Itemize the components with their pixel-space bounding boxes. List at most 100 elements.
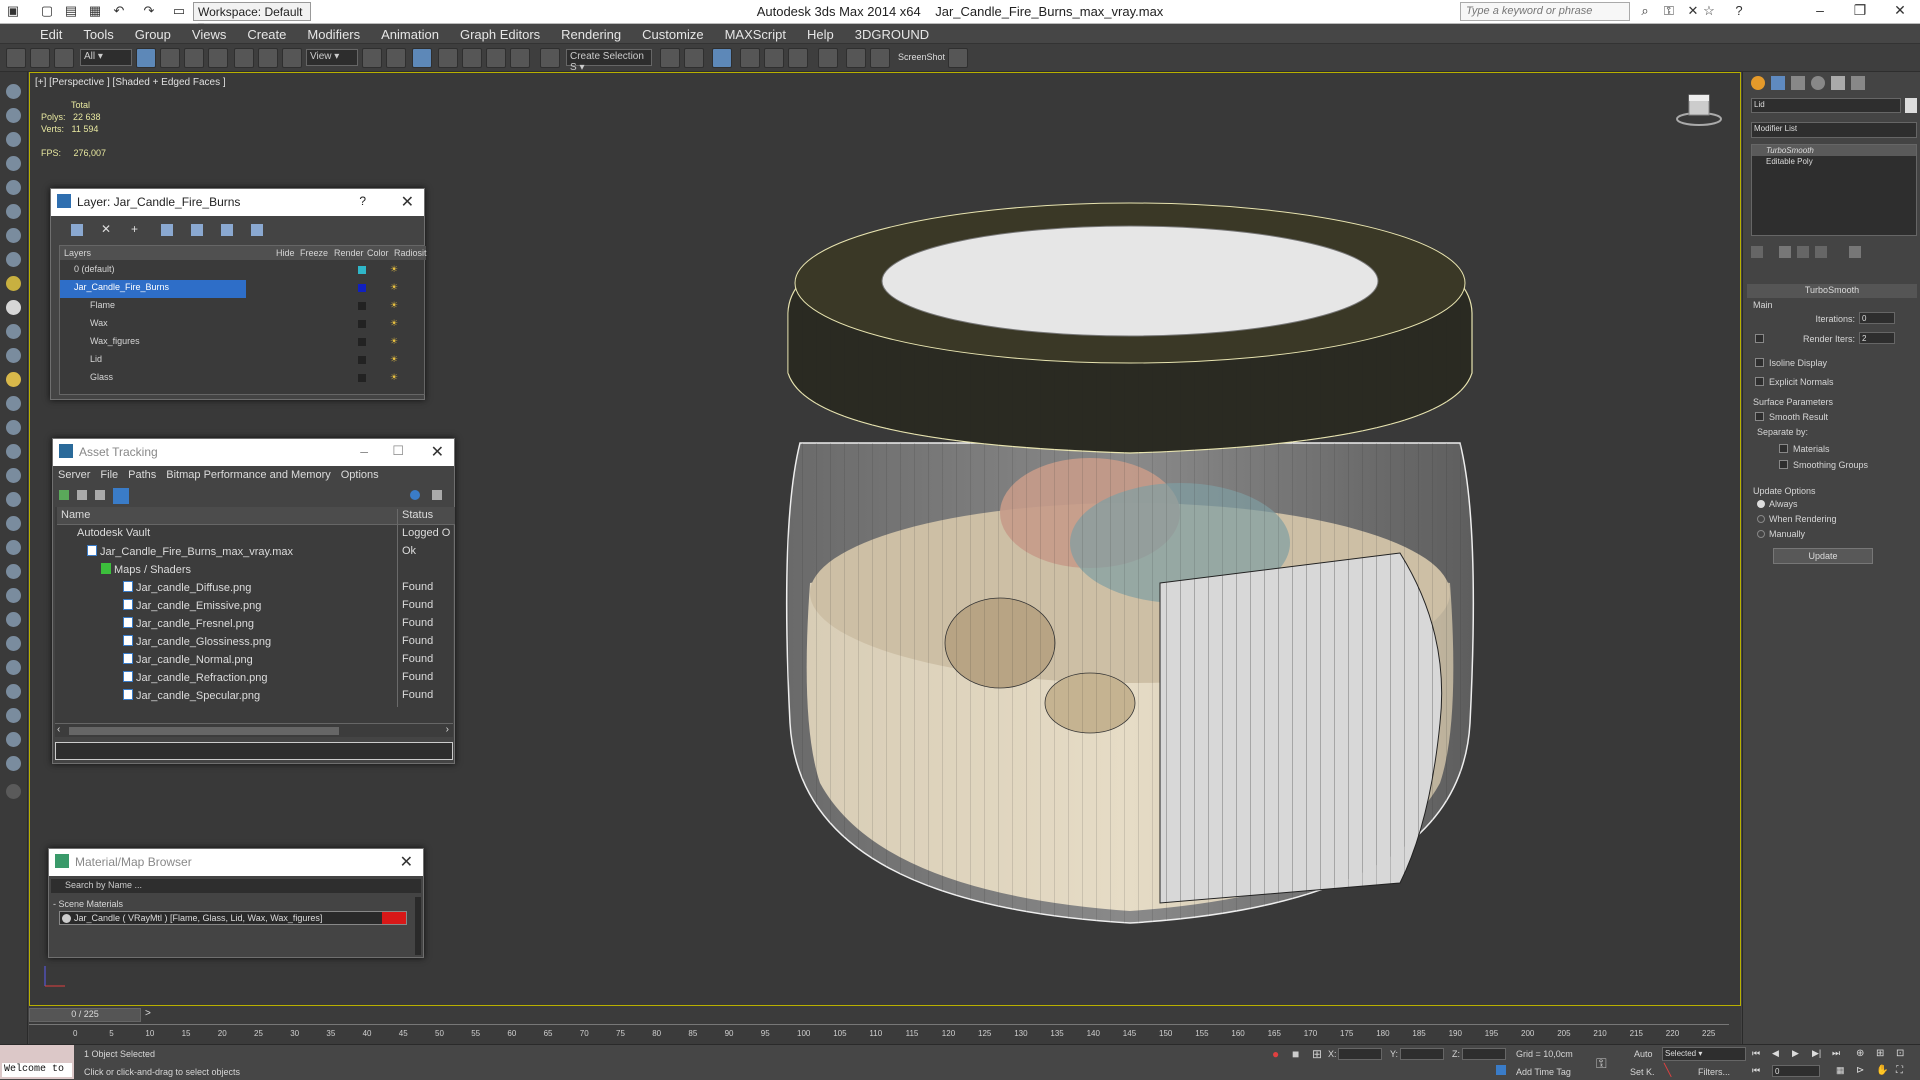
spinner-snap-icon[interactable] [510, 48, 530, 68]
material-item[interactable]: Jar_Candle ( VRayMtl ) [Flame, Glass, Li… [59, 911, 407, 925]
asset-row[interactable]: Maps / Shaders [57, 561, 455, 581]
prev-frame-icon[interactable]: ◀ [1772, 1048, 1779, 1059]
delete-layer-icon[interactable]: ✕ [101, 222, 111, 236]
remove-modifier-icon[interactable] [1815, 246, 1827, 258]
viewport-label[interactable]: [+] [Perspective ] [Shaded + Edged Faces… [35, 77, 226, 88]
col-layers[interactable]: Layers [64, 248, 91, 258]
curve-editor-icon[interactable] [764, 48, 784, 68]
asset-tracking-titlebar[interactable]: Asset Tracking – ☐ ✕ [53, 439, 454, 466]
tool-icon-16[interactable] [6, 444, 21, 459]
layer-color-swatch[interactable] [358, 356, 366, 364]
menu-create[interactable]: Create [237, 24, 297, 42]
scale-icon[interactable] [282, 48, 302, 68]
material-browser-titlebar[interactable]: Material/Map Browser ✕ [49, 849, 423, 876]
layer-row-selected[interactable]: Jar_Candle_Fire_Burns [60, 280, 246, 298]
tool-icon-18[interactable] [6, 492, 21, 507]
search-input[interactable]: Type a keyword or phrase [1460, 2, 1630, 21]
isoline-checkbox[interactable] [1755, 358, 1764, 367]
fov-icon[interactable]: ⊳ [1856, 1065, 1864, 1076]
modifier-list-dropdown[interactable]: Modifier List [1751, 122, 1917, 138]
iterations-spinner[interactable]: 0 [1859, 312, 1895, 324]
menu-animation[interactable]: Animation [371, 24, 450, 42]
object-name-field[interactable]: Lid [1751, 98, 1901, 113]
tool-icon-4[interactable] [6, 156, 21, 171]
current-frame-field[interactable]: 0 [1772, 1065, 1820, 1077]
tool-icon-25[interactable] [6, 660, 21, 675]
layer-window-titlebar[interactable]: Layer: Jar_Candle_Fire_Burns? ✕ [51, 189, 424, 216]
window-crossing-icon[interactable] [208, 48, 228, 68]
ref-coord-dropdown[interactable]: View ▾ [306, 49, 358, 66]
layer-color-swatch[interactable] [358, 302, 366, 310]
link-icon[interactable] [6, 48, 26, 68]
x-coord-field[interactable] [1338, 1048, 1382, 1060]
at-close-button[interactable]: ✕ [431, 442, 444, 462]
schematic-icon[interactable] [788, 48, 808, 68]
named-selection-dropdown[interactable]: Create Selection S ▾ [566, 49, 652, 73]
table-view-icon[interactable] [95, 490, 105, 500]
bind-spacewarp-icon[interactable] [54, 48, 74, 68]
isolate-icon[interactable]: ● [1272, 1047, 1279, 1061]
materials-checkbox[interactable] [1779, 444, 1788, 453]
asset-path-field[interactable] [55, 742, 453, 760]
move-icon[interactable] [234, 48, 254, 68]
tool-icon-3[interactable] [6, 132, 21, 147]
tool-icon-29[interactable] [6, 756, 21, 771]
freeze-all-icon[interactable] [251, 224, 263, 236]
tool-icon-9[interactable] [6, 276, 21, 291]
tool-icon-19[interactable] [6, 516, 21, 531]
always-radio[interactable] [1757, 500, 1765, 508]
pivot-icon[interactable] [362, 48, 382, 68]
asset-row[interactable]: Jar_candle_Diffuse.png Found [57, 579, 455, 599]
screenshot-label[interactable]: ScreenShot [898, 52, 945, 62]
menu-maxscript[interactable]: MAXScript [715, 24, 797, 42]
tool-icon-23[interactable] [6, 612, 21, 627]
set-key-icon[interactable]: ╲ [1664, 1063, 1671, 1077]
menu-help[interactable]: Help [797, 24, 845, 42]
mb-scrollbar[interactable] [415, 897, 421, 955]
configure-modifier-icon[interactable] [1849, 246, 1861, 258]
col-freeze[interactable]: Freeze [300, 248, 328, 258]
vault-icon[interactable] [432, 490, 442, 500]
select-manipulate-icon[interactable] [386, 48, 406, 68]
layer-color-swatch[interactable] [358, 266, 366, 274]
material-editor-icon[interactable] [818, 48, 838, 68]
layer-row[interactable]: Glass ☀ [60, 370, 424, 388]
minimize-button[interactable]: – [1800, 2, 1840, 22]
asset-row[interactable]: Jar_candle_Specular.png Found [57, 687, 455, 707]
tool-icon-1[interactable] [6, 84, 21, 99]
snaps-icon[interactable] [438, 48, 458, 68]
modifier-stack[interactable]: TurboSmooth Editable Poly [1751, 144, 1917, 236]
zoom-extents-icon[interactable]: ⊡ [1896, 1048, 1904, 1059]
pan-icon[interactable]: ✋ [1876, 1065, 1888, 1076]
select-object-icon[interactable] [136, 48, 156, 68]
close-button[interactable]: ✕ [1880, 2, 1920, 22]
scene-materials-group[interactable]: - Scene Materials [53, 899, 123, 909]
tool-icon-10[interactable] [6, 300, 21, 315]
jar-candle-model[interactable] [760, 163, 1500, 1033]
key-mode-icon[interactable]: ⚿ [1596, 1055, 1607, 1072]
tool-icon-5[interactable] [6, 180, 21, 195]
key-filter-dropdown[interactable]: Selected ▾ [1662, 1047, 1746, 1061]
tree-view-icon[interactable] [113, 488, 129, 504]
layer-color-swatch[interactable] [358, 338, 366, 346]
layer-color-swatch[interactable] [358, 320, 366, 328]
tool-icon-28[interactable] [6, 732, 21, 747]
tool-icon-6[interactable] [6, 204, 21, 219]
tool-icon-15[interactable] [6, 420, 21, 435]
binoculars-icon[interactable]: ⌕ [1636, 3, 1654, 20]
selection-filter-dropdown[interactable]: All ▾ [80, 49, 132, 66]
auto-key-button[interactable]: Auto [1634, 1049, 1653, 1059]
goto-start-icon[interactable]: ⏮ [1752, 1048, 1760, 1059]
display-tab-icon[interactable] [1831, 76, 1845, 90]
new-layer-icon[interactable] [71, 224, 83, 236]
add-time-tag[interactable]: Add Time Tag [1516, 1067, 1571, 1077]
rect-selection-icon[interactable] [184, 48, 204, 68]
smoothing-groups-checkbox[interactable] [1779, 460, 1788, 469]
utilities-tab-icon[interactable] [1851, 76, 1865, 90]
col-render[interactable]: Render [334, 248, 364, 258]
goto-end-icon[interactable]: ⏭ [1832, 1048, 1840, 1059]
lock-selection-icon[interactable]: ■ [1292, 1047, 1299, 1061]
asset-col-name[interactable]: Name [61, 509, 90, 521]
mb-close-button[interactable]: ✕ [400, 852, 413, 872]
motion-tab-icon[interactable] [1811, 76, 1825, 90]
